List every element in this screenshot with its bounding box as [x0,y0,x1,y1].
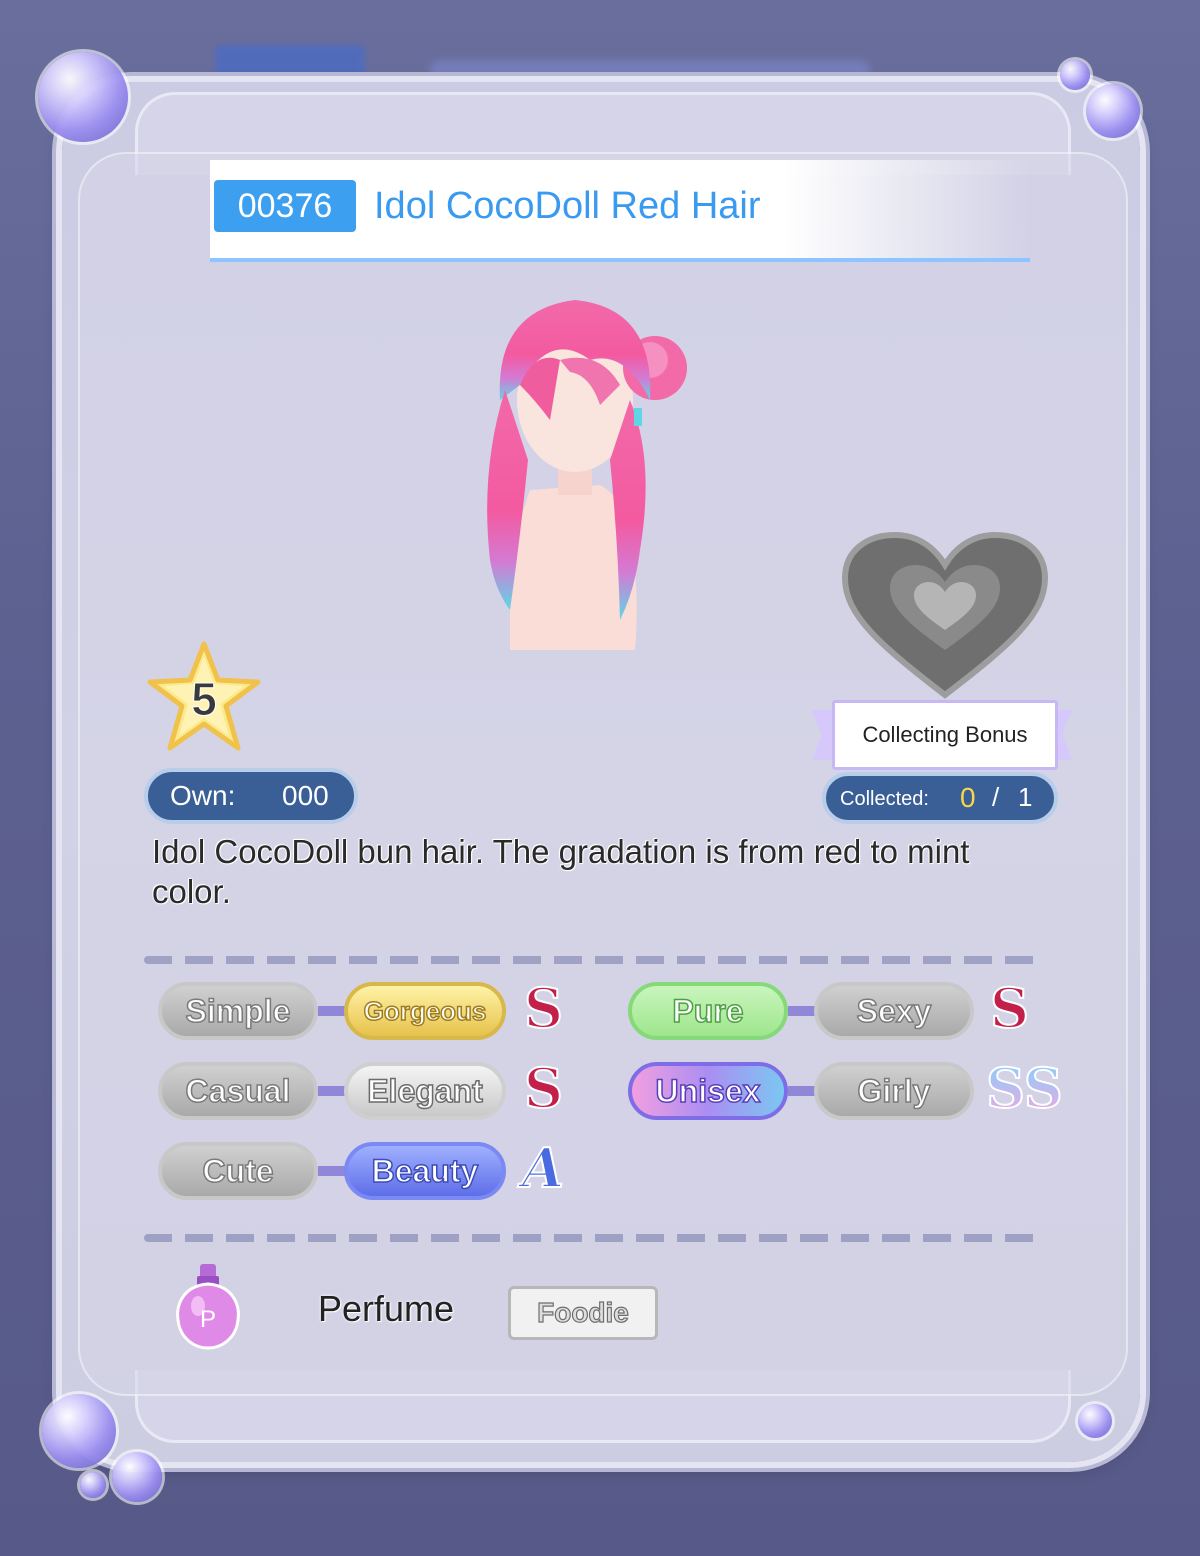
style-girly: Girly [814,1062,974,1120]
style-connector [318,1006,346,1016]
style-casual: Casual [158,1062,318,1120]
bubble-decoration [1060,60,1090,90]
collected-label: Collected: [840,788,929,810]
style-connector [788,1086,816,1096]
collecting-bonus-text: Collecting Bonus [832,700,1058,770]
collected-total: 1 [1018,782,1033,812]
grade-gorgeous: S [523,975,564,1041]
character-preview [487,300,687,650]
background-header [430,60,870,82]
collected-current: 0 [960,782,976,813]
bubble-decoration [38,52,128,142]
grade-elegant: S [523,1055,564,1121]
item-description: Idol CocoDoll bun hair. The gradation is… [152,833,970,910]
style-connector [788,1006,816,1016]
heart-icon[interactable] [840,530,1050,700]
collecting-bonus-label: Collecting Bonus [812,700,1072,770]
style-elegant: Elegant [344,1062,506,1120]
own-count: Own: 000 [144,768,358,824]
perfume-label: Perfume [318,1288,455,1329]
style-connector [318,1086,346,1096]
style-cute: Cute [158,1142,318,1200]
style-connector [318,1166,346,1176]
style-sexy: Sexy [814,982,974,1040]
collected-count: Collected: 0 / 1 [822,772,1058,824]
style-gorgeous: Gorgeous [344,982,506,1040]
bubble-decoration [1086,84,1140,138]
bubble-decoration [112,1452,162,1502]
bubble-decoration [1078,1404,1112,1438]
style-simple: Simple [158,982,318,1040]
grade-beauty: A [521,1135,565,1201]
divider [144,956,1044,964]
bubble-decoration [80,1472,106,1498]
perfume-tag: Foodie [508,1286,658,1340]
collected-separator: / [992,782,1000,812]
grade-sexy: S [989,975,1030,1041]
own-label: Own: [170,780,236,811]
own-value: 000 [282,780,329,811]
bubble-decoration [42,1394,116,1468]
divider [144,1234,1044,1242]
item-id-badge: 00376 [214,180,356,232]
style-beauty: Beauty [344,1142,506,1200]
grade-girly: SS [985,1055,1064,1121]
item-title: Idol CocoDoll Red Hair [374,185,761,227]
background-tab [215,45,365,85]
perfume-icon-letter: P [199,1306,216,1333]
style-unisex: Unisex [628,1062,788,1120]
style-pure: Pure [628,982,788,1040]
rarity-value: 5 [191,673,218,726]
